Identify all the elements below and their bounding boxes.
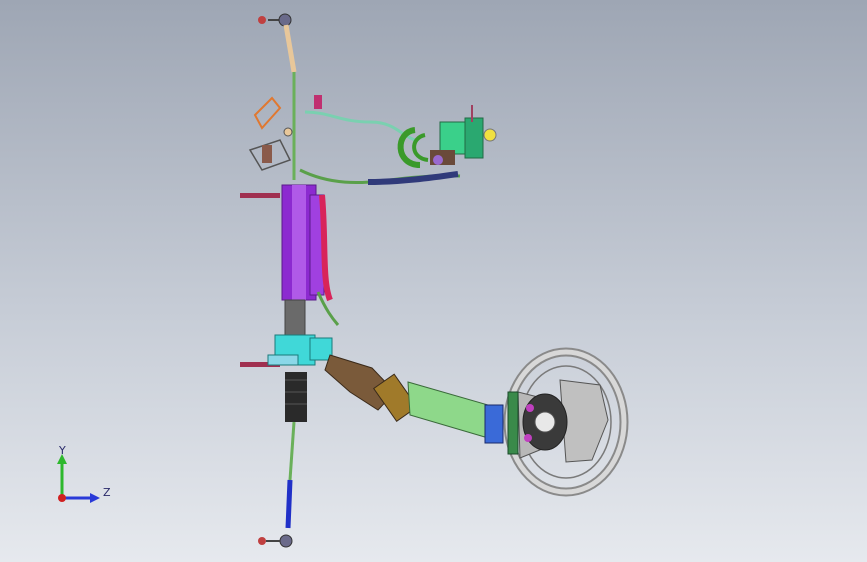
pressure-hose[interactable]: [304, 110, 416, 142]
y-axis-label: Y: [59, 444, 66, 457]
x-axis-icon: [58, 494, 66, 502]
steering-wheel[interactable]: [503, 347, 629, 497]
z-axis-label: Z: [103, 486, 111, 499]
control-valve[interactable]: [240, 334, 333, 367]
steering-column[interactable]: [324, 354, 504, 444]
upper-linkage[interactable]: [248, 95, 322, 171]
steering-assembly-model[interactable]: [0, 0, 867, 562]
3d-viewport[interactable]: Y Z: [0, 0, 867, 562]
lower-tie-rod[interactable]: [258, 372, 307, 548]
power-steering-pump[interactable]: [397, 105, 497, 168]
navy-hose[interactable]: [367, 171, 459, 185]
rack-housing[interactable]: [240, 184, 340, 341]
